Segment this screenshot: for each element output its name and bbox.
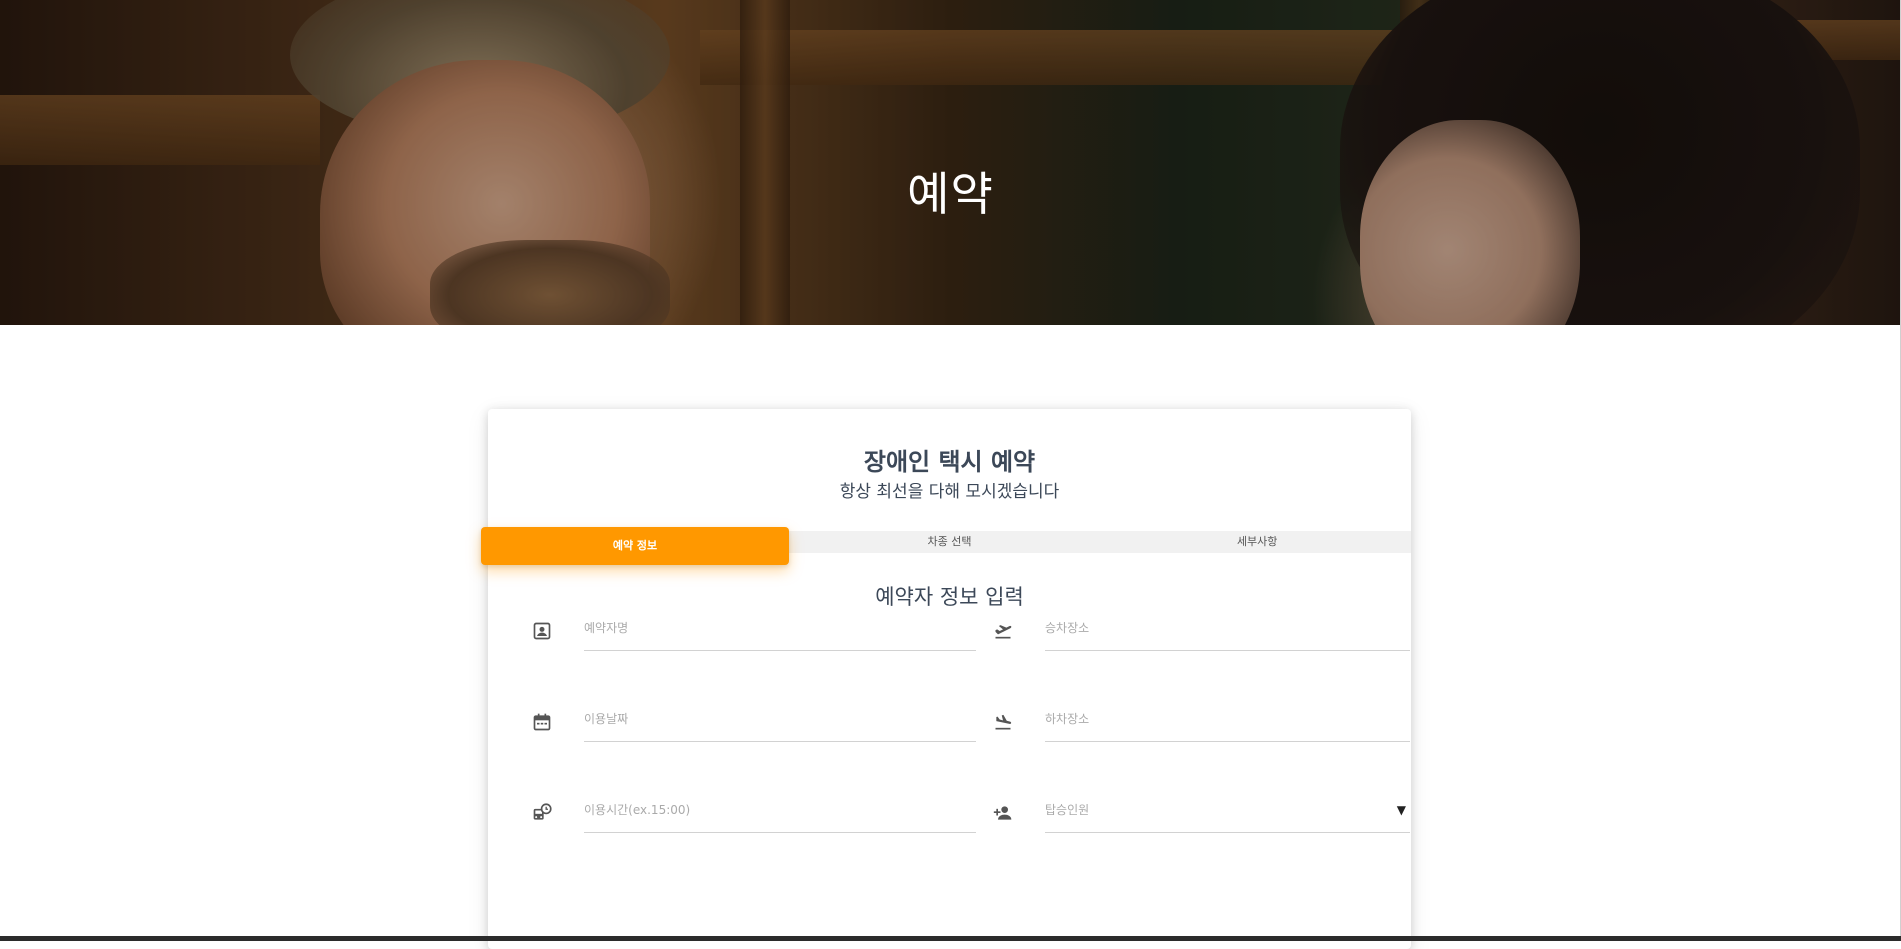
card-subtitle: 항상 최선을 다해 모시겠습니다: [839, 482, 1060, 502]
reservation-card: 장애인 택시 예약 항상 최선을 다해 모시겠습니다 차종 선택 세부사항 예약…: [481, 409, 1411, 949]
person-add-icon: [993, 806, 1012, 820]
passenger-count-select[interactable]: 탑승인원 ▼: [1045, 787, 1410, 833]
passenger-count-field[interactable]: 탑승인원 ▼: [993, 787, 1410, 833]
tab-vehicle-select[interactable]: 차종 선택: [796, 531, 1104, 553]
hero-banner: 예약: [0, 0, 1901, 325]
use-date-placeholder: 이용날짜: [584, 712, 629, 726]
use-time-input[interactable]: 이용시간(ex.15:00): [584, 787, 976, 833]
pickup-location-field[interactable]: 승차장소: [993, 605, 1410, 651]
pickup-location-input[interactable]: 승차장소: [1045, 605, 1410, 651]
card-title: 장애인 택시 예약: [863, 448, 1036, 476]
flight-takeoff-icon: [995, 625, 1012, 639]
transit-time-icon: [533, 803, 552, 820]
bottom-bar: [0, 936, 1901, 941]
dropoff-location-input[interactable]: 하차장소: [1045, 696, 1410, 742]
tab-details[interactable]: 세부사항: [1103, 531, 1411, 553]
calendar-icon: [533, 713, 551, 731]
reserver-name-placeholder: 예약자명: [584, 621, 629, 635]
flight-land-icon: [995, 714, 1012, 730]
use-time-placeholder: 이용시간(ex.15:00): [584, 803, 691, 817]
passenger-count-placeholder: 탑승인원: [1045, 803, 1090, 817]
pickup-location-placeholder: 승차장소: [1045, 621, 1090, 635]
use-time-field[interactable]: 이용시간(ex.15:00): [532, 787, 976, 833]
use-date-input[interactable]: 이용날짜: [584, 696, 976, 742]
chevron-down-icon[interactable]: ▼: [1397, 803, 1406, 817]
tab-reservation-info[interactable]: 예약 정보: [481, 527, 789, 565]
use-date-field[interactable]: 이용날짜: [532, 696, 976, 742]
reserver-name-input[interactable]: 예약자명: [584, 605, 976, 651]
reserver-name-field[interactable]: 예약자명: [532, 605, 976, 651]
dropoff-location-placeholder: 하차장소: [1045, 712, 1090, 726]
page-title: 예약: [907, 167, 994, 221]
dropoff-location-field[interactable]: 하차장소: [993, 696, 1410, 742]
contact-card-icon: [533, 622, 551, 640]
